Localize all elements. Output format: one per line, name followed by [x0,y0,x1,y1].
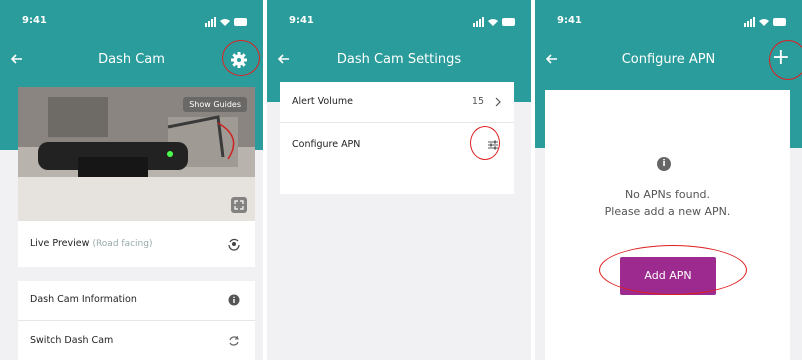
highlight-circle [470,126,500,160]
dash-cam-screen: 9:41 Dash Cam Show Guides Live Preview (… [0,0,263,360]
status-bar: 9:41 [0,14,263,30]
camera-switch-icon[interactable] [227,237,241,251]
dash-cam-info-row[interactable]: Dash Cam Information [18,281,255,319]
status-time: 9:41 [289,15,314,26]
refresh-icon [229,335,239,346]
switch-dash-cam-label: Switch Dash Cam [30,335,114,346]
configure-apn-screen: 9:41 Configure APN + i No APNs found. Pl… [535,0,802,360]
page-title: Configure APN [621,52,716,67]
live-preview-row[interactable]: Live Preview (Road facing) [18,221,255,267]
menu-card: Dash Cam Information Switch Dash Cam [18,281,255,360]
highlight-circle [222,40,260,76]
dash-cam-settings-screen: 9:41 Dash Cam Settings Alert Volume 15 C… [267,0,531,360]
alert-volume-row[interactable]: Alert Volume 15 [280,82,514,122]
status-bar: 9:41 [535,14,802,30]
alert-volume-value: 15 [471,96,484,107]
status-icons [473,17,515,27]
nav-bar: Dash Cam Settings [267,46,531,74]
empty-message-line2: Please add a new APN. [604,205,731,218]
alert-volume-label: Alert Volume [292,96,353,107]
live-preview-sub: (Road facing) [92,239,153,249]
empty-message-line1: No APNs found. [624,188,711,201]
info-icon: i [657,157,671,171]
highlight-circle [599,245,747,295]
fullscreen-icon[interactable] [231,197,247,213]
status-time: 9:41 [557,15,582,26]
live-preview-label-group: Live Preview (Road facing) [30,238,152,249]
camera-preview: Show Guides [18,87,255,221]
apn-list-card: i No APNs found. Please add a new APN. A… [545,90,790,360]
chevron-right-icon [495,97,501,107]
status-icons [744,17,786,27]
configure-apn-label: Configure APN [292,139,361,150]
status-time: 9:41 [22,15,47,26]
info-icon [228,294,240,306]
switch-dash-cam-row[interactable]: Switch Dash Cam [18,321,255,360]
status-icons [205,17,247,27]
status-bar: 9:41 [267,14,531,30]
live-preview-label: Live Preview [30,238,90,249]
dash-cam-info-label: Dash Cam Information [30,294,137,305]
show-guides-button[interactable]: Show Guides [183,97,247,112]
nav-bar: Configure APN + [535,46,802,74]
highlight-circle [769,40,802,80]
page-title: Dash Cam Settings [336,52,462,67]
